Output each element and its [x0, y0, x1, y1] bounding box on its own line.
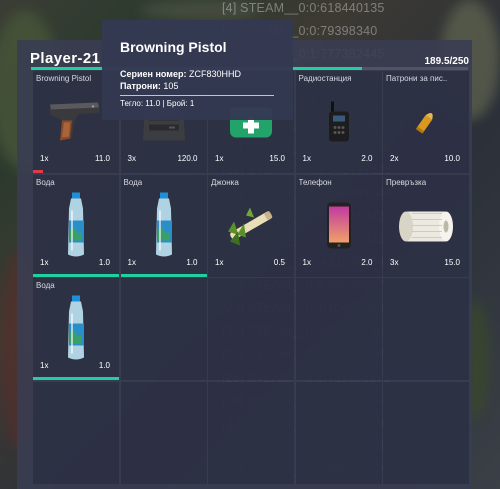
slot-weight: 2.0 — [361, 154, 373, 163]
slot-label: Вода — [36, 177, 55, 187]
slot-durability-bar — [33, 170, 44, 173]
inventory-slot[interactable]: Радиостанция 1x 2.0 — [295, 71, 382, 173]
slot-weight: 15.0 — [444, 257, 460, 267]
inventory-slot[interactable]: Вода 1x 1.0 — [120, 174, 207, 277]
tooltip-divider — [120, 95, 274, 96]
inventory-slot-empty[interactable] — [208, 278, 294, 380]
inventory-slot[interactable]: Патрони за пис.. 2x 10.0 — [383, 71, 469, 173]
slot-durability-bar — [33, 273, 119, 277]
inventory-slot[interactable]: Джонка 1x 0.5 — [208, 174, 294, 277]
tooltip-meta: Тегло: 11.0 | Брой: 1 — [120, 99, 195, 108]
slot-count: 1x — [40, 361, 49, 370]
inventory-slot[interactable]: Вода 1x 1.0 — [33, 174, 119, 277]
slot-weight: 1.0 — [98, 257, 110, 267]
inventory-slot[interactable]: Телефон 1x 2.0 — [295, 174, 382, 277]
water-bottle-icon — [64, 295, 88, 367]
slot-count: 1x — [302, 154, 311, 163]
ammo-icon — [412, 107, 440, 142]
inventory-grid: Browning Pistol 1x 11.0 3x 120.0 1x 15.0 Радиос… — [33, 71, 469, 484]
tooltip-ammo: Патрони: 105 — [120, 81, 275, 91]
pistol-icon — [48, 99, 104, 150]
slot-count: 2x — [390, 154, 399, 163]
slot-durability-bar — [33, 377, 119, 380]
radio-icon — [327, 100, 351, 149]
slot-count: 1x — [127, 257, 136, 267]
slot-count: 3x — [127, 154, 136, 163]
water-bottle-icon — [64, 192, 88, 263]
inventory-slot-empty[interactable] — [120, 278, 207, 380]
tooltip-title: Browning Pistol — [120, 39, 227, 55]
slot-label: Browning Pistol — [36, 74, 92, 83]
inventory-slot-empty[interactable] — [383, 278, 469, 380]
slot-weight: 1.0 — [186, 257, 198, 267]
phone-icon — [326, 201, 352, 254]
weight-readout: 189.5/250 — [424, 56, 470, 67]
inventory-slot-empty[interactable] — [295, 381, 382, 484]
tooltip-serial-label: Сериен номер: — [120, 69, 187, 79]
slot-label: Джонка — [211, 177, 239, 187]
slot-count: 3x — [390, 257, 399, 267]
tooltip-serial-value: ZCF830HHD — [188, 69, 241, 79]
slot-weight: 0.5 — [273, 257, 285, 267]
player-list-row: [4] STEAM__0:0:618440135 — [222, 1, 385, 15]
slot-durability-bar — [120, 273, 207, 277]
slot-weight: 120.0 — [177, 154, 198, 163]
slot-count: 1x — [40, 257, 49, 267]
slot-weight: 2.0 — [361, 257, 373, 267]
slot-weight: 11.0 — [95, 154, 110, 163]
item-tooltip: Browning Pistol Сериен номер: ZCF830HHD … — [102, 20, 293, 120]
slot-label: Вода — [36, 281, 55, 290]
joint-icon — [220, 201, 282, 254]
bandage-icon — [398, 203, 454, 252]
tooltip-ammo-value: 105 — [163, 81, 179, 91]
inventory-title: Player-21 — [30, 50, 101, 67]
inventory-slot[interactable]: Превръзка 3x 15.0 — [383, 174, 469, 277]
tooltip-ammo-label: Патрони: — [120, 81, 161, 91]
slot-count: 1x — [215, 154, 224, 163]
slot-label: Телефон — [298, 177, 332, 187]
slot-weight: 1.0 — [98, 361, 110, 370]
slot-label: Радиостанция — [298, 74, 352, 83]
inventory-slot[interactable]: Вода 1x 1.0 — [33, 278, 119, 380]
slot-label: Патрони за пис.. — [386, 74, 448, 83]
slot-count: 1x — [302, 257, 311, 267]
slot-count: 1x — [40, 154, 49, 163]
slot-weight: 15.0 — [269, 154, 285, 163]
inventory-slot-empty[interactable] — [33, 381, 119, 484]
inventory-slot-empty[interactable] — [295, 278, 382, 380]
slot-count: 1x — [215, 257, 224, 267]
water-bottle-icon — [152, 192, 176, 263]
inventory-slot-empty[interactable] — [120, 381, 207, 484]
slot-label: Превръзка — [386, 177, 427, 187]
slot-label: Вода — [123, 177, 143, 187]
inventory-slot-empty[interactable] — [208, 381, 294, 484]
tooltip-serial: Сериен номер: ZCF830HHD — [120, 69, 275, 79]
slot-weight: 10.0 — [444, 154, 460, 163]
inventory-slot-empty[interactable] — [383, 381, 469, 484]
